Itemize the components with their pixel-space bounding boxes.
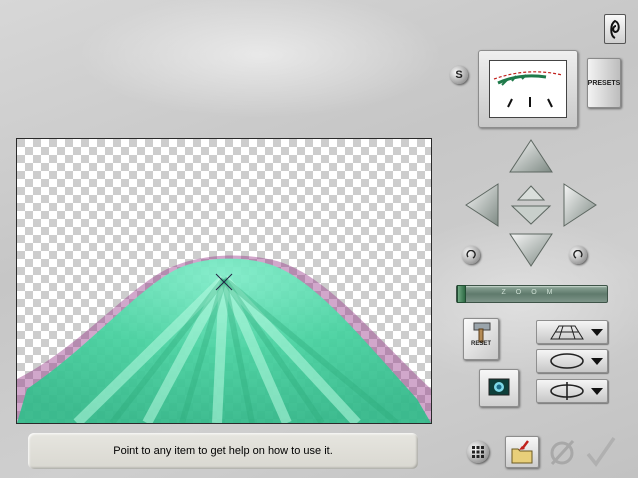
- chevron-down-icon: [591, 388, 603, 395]
- hammer-icon: [473, 322, 491, 343]
- move-back-button[interactable]: [510, 204, 552, 226]
- preview-canvas[interactable]: [16, 138, 432, 424]
- s-button-label: S: [455, 69, 463, 81]
- move-back-icon: [510, 205, 552, 225]
- rotation-ellipse-icon: [550, 353, 584, 369]
- presets-label: PRESETS: [587, 79, 621, 87]
- preview-thumbnail[interactable]: [478, 50, 578, 128]
- chevron-down-icon: [591, 358, 603, 365]
- help-text: Point to any item to get help on how to …: [113, 445, 333, 457]
- arrow-down-button[interactable]: [508, 232, 554, 268]
- thumbnail-image: [489, 60, 567, 118]
- cancel-icon: [550, 439, 575, 466]
- spiral-logo-icon[interactable]: [604, 14, 626, 44]
- grid-icon: [472, 446, 484, 458]
- s-button[interactable]: S: [450, 66, 468, 84]
- rotate-left-button[interactable]: [462, 246, 480, 264]
- arrow-up-button[interactable]: [508, 138, 554, 174]
- arrow-right-icon: [563, 183, 597, 227]
- zoom-slider[interactable]: ZOOM: [456, 285, 608, 303]
- move-forward-button[interactable]: [516, 184, 546, 202]
- help-bar: Point to any item to get help on how to …: [28, 433, 418, 469]
- arrow-left-icon: [465, 183, 499, 227]
- cancel-button[interactable]: [546, 436, 578, 468]
- presets-button[interactable]: PRESETS: [587, 58, 621, 108]
- open-folder-icon: [511, 440, 533, 464]
- rotate-right-icon: [573, 250, 583, 259]
- zoom-slider-thumb[interactable]: [457, 285, 466, 303]
- vertical-rotation-icon: [550, 382, 584, 400]
- perspective-grid-icon: [550, 325, 584, 340]
- open-button[interactable]: [505, 436, 539, 468]
- ok-button[interactable]: [584, 434, 618, 468]
- chevron-down-icon: [591, 329, 603, 336]
- reset-button[interactable]: RESET: [463, 318, 499, 360]
- zoom-label: ZOOM: [501, 289, 563, 296]
- checkmark-icon: [586, 437, 616, 467]
- background-color-icon: [488, 378, 510, 396]
- arrow-left-button[interactable]: [464, 182, 500, 228]
- arrow-right-button[interactable]: [562, 182, 598, 228]
- rotation-dropdown[interactable]: [536, 349, 608, 373]
- rotate-right-button[interactable]: [569, 246, 587, 264]
- arrow-down-icon: [509, 233, 553, 267]
- move-forward-icon: [516, 185, 546, 201]
- perspective-dropdown[interactable]: [536, 320, 608, 344]
- rotate-left-icon: [466, 250, 476, 259]
- vertical-rotation-dropdown[interactable]: [536, 379, 608, 403]
- arrow-up-icon: [509, 139, 553, 173]
- background-color-button[interactable]: [479, 369, 519, 407]
- grid-button[interactable]: [467, 441, 489, 463]
- reset-label: RESET: [470, 341, 491, 347]
